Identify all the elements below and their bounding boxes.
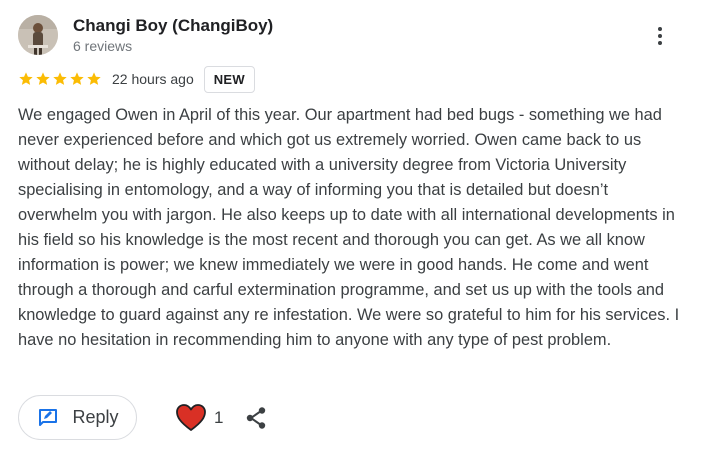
star-icon (36, 72, 50, 85)
like-count: 1 (214, 408, 224, 427)
author-name[interactable]: Changi Boy (ChangiBoy) (73, 16, 273, 36)
review-card: Changi Boy (ChangiBoy) 6 reviews 22 hour… (0, 0, 709, 458)
more-options-button[interactable] (648, 24, 672, 48)
star-rating (18, 71, 102, 87)
star-icon (53, 72, 67, 85)
star-icon (70, 72, 84, 85)
star-icon (87, 72, 101, 85)
heart-icon (176, 404, 206, 431)
share-button[interactable] (243, 405, 269, 431)
edit-icon (39, 408, 58, 426)
share-icon (246, 407, 266, 429)
new-badge: NEW (203, 65, 255, 93)
author-review-count: 6 reviews (73, 38, 133, 54)
review-timestamp: 22 hours ago (112, 71, 194, 87)
review-meta: 22 hours ago NEW (18, 65, 255, 93)
star-icon (19, 72, 33, 85)
reply-label: Reply (72, 407, 119, 427)
reply-button[interactable]: Reply (18, 395, 137, 440)
review-text: We engaged Owen in April of this year. O… (18, 106, 680, 349)
more-vert-icon (658, 27, 662, 31)
like-button[interactable] (175, 403, 207, 433)
author-avatar[interactable] (18, 15, 58, 55)
avatar-photo (18, 15, 58, 55)
